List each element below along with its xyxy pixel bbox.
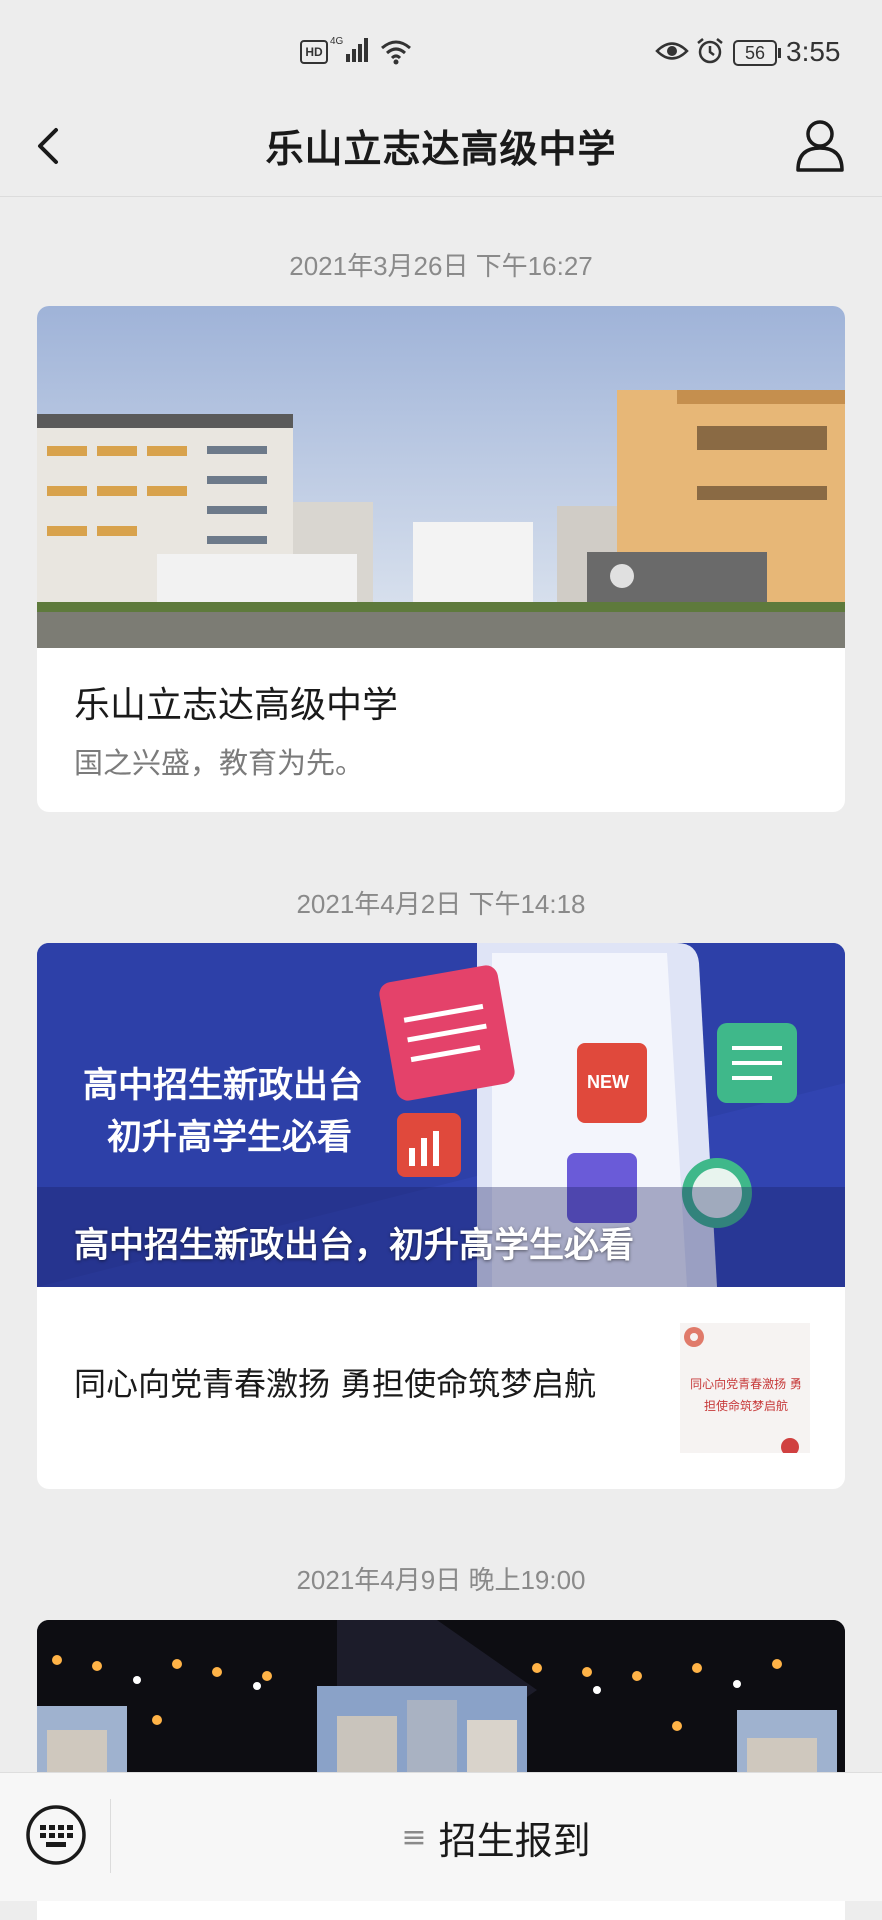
campus-photo (37, 306, 845, 648)
status-bar: HD 4G 56 3:55 (0, 0, 882, 100)
nav-header: 乐山立志达高级中学 (0, 100, 882, 197)
thumbnail-text: 同心向党青春激扬 勇担使命筑梦启航 (690, 1377, 802, 1413)
svg-text:NEW: NEW (587, 1072, 629, 1092)
sub-article-thumbnail: 同心向党青春激扬 勇担使命筑梦启航 (680, 1323, 810, 1453)
article-summary: 国之兴盛，教育为先。 (74, 746, 365, 780)
menu-label: 招生报到 (438, 1818, 591, 1863)
sub-article-title: 同心向党青春激扬 勇担使命筑梦启航 (74, 1365, 597, 1403)
hd-icon: HD (300, 40, 328, 64)
network-label: 4G (330, 36, 344, 47)
keyboard-icon[interactable] (24, 1803, 88, 1867)
menu-lines-icon: ≡ (401, 1819, 427, 1855)
clock: 3:55 (786, 36, 841, 67)
bottom-menu-bar: ≡ 招生报到 (0, 1772, 882, 1901)
article-card[interactable]: 乐山立志达高级中学 国之兴盛，教育为先。 (37, 306, 845, 812)
banner-subheadline: 初升高学生必看 (107, 1118, 353, 1158)
article-card[interactable]: NEW 高中招生新政出台 初升高学生必看 高中招生新政出台，初升高学生必看 同心… (37, 943, 845, 1489)
page-title: 乐山立志达高级中学 (265, 127, 617, 171)
article-title: 高中招生新政出台，初升高学生必看 (74, 1226, 635, 1266)
person-icon[interactable] (790, 114, 850, 178)
menu-enrollment[interactable]: ≡ 招生报到 (110, 1773, 882, 1901)
policy-banner: NEW 高中招生新政出台 初升高学生必看 高中招生新政出台，初升高学生必看 (37, 943, 845, 1287)
signal-icon: 4G (330, 36, 368, 62)
message-timestamp: 2021年4月9日 晚上19:00 (296, 1565, 586, 1595)
alarm-icon (697, 38, 723, 64)
battery-icon: 56 (733, 40, 781, 66)
message-timestamp: 2021年3月26日 下午16:27 (289, 251, 593, 281)
battery-level: 56 (744, 43, 766, 63)
banner-headline: 高中招生新政出台 (83, 1066, 364, 1106)
wifi-icon (381, 40, 411, 65)
message-timestamp: 2021年4月2日 下午14:18 (296, 889, 586, 919)
article-title: 乐山立志达高级中学 (74, 685, 399, 726)
eye-icon (655, 42, 689, 60)
sub-article-item[interactable]: 同心向党青春激扬 勇担使命筑梦启航 同心向党青春激扬 勇担使命筑梦启航 (37, 1287, 845, 1489)
